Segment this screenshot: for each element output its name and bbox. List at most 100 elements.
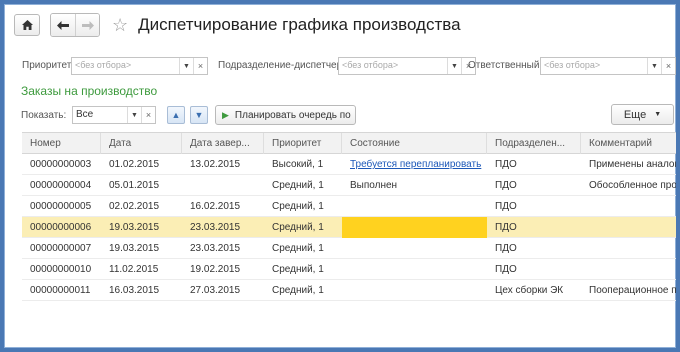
cell-comment xyxy=(581,196,676,217)
more-button[interactable]: Еще ▼ xyxy=(611,104,674,125)
cell-number: 00000000010 xyxy=(30,264,92,275)
chevron-down-icon: ▼ xyxy=(654,111,662,118)
priority-filter-label: Приоритет: xyxy=(22,60,75,71)
cell-department: ПДО xyxy=(495,180,517,191)
cell-comment xyxy=(581,259,676,280)
clear-icon[interactable]: × xyxy=(193,58,207,74)
title-bar: ☆ Диспетчирование графика производства xyxy=(14,12,461,38)
plan-queue-button[interactable]: ▶ Планировать очередь по xyxy=(215,105,356,125)
cell-date: 02.02.2015 xyxy=(109,201,160,212)
table-row-selected[interactable]: 00000000006 19.03.2015 23.03.2015 Средни… xyxy=(22,217,676,238)
column-header-date[interactable]: Дата xyxy=(101,133,182,154)
move-down-button[interactable]: ▼ xyxy=(190,106,208,124)
cell-date: 11.02.2015 xyxy=(109,264,159,275)
cell-number: 00000000005 xyxy=(30,201,92,212)
cell-priority: Высокий, 1 xyxy=(272,159,324,170)
cell-priority: Средний, 1 xyxy=(272,180,324,191)
column-header-comment[interactable]: Комментарий xyxy=(581,133,676,154)
page-title: Диспетчирование графика производства xyxy=(138,15,461,34)
column-header-end-date[interactable]: Дата завер... xyxy=(182,133,264,154)
table-header: Номер Дата Дата завер... Приоритет Состо… xyxy=(22,133,676,154)
cell-state xyxy=(342,196,487,217)
history-navigation xyxy=(50,13,100,37)
arrow-down-icon: ▼ xyxy=(194,110,204,120)
cell-state xyxy=(342,259,487,280)
table-row[interactable]: 00000000003 01.02.2015 13.02.2015 Высоки… xyxy=(22,154,680,175)
priority-filter-value: <без отбора> xyxy=(75,60,132,70)
cell-department: Цех сборки ЭК xyxy=(495,285,564,296)
table-row[interactable]: 00000000005 02.02.2015 16.02.2015 Средни… xyxy=(22,196,676,217)
play-icon: ▶ xyxy=(222,109,229,120)
cell-end-date: 23.03.2015 xyxy=(190,243,241,254)
arrow-right-icon xyxy=(81,20,94,30)
cell-department: ПДО xyxy=(495,264,517,275)
cell-state-active[interactable] xyxy=(342,217,487,238)
cell-department: ПДО xyxy=(495,222,517,233)
cell-number: 00000000004 xyxy=(30,180,92,191)
table-row[interactable]: 00000000010 11.02.2015 19.02.2015 Средни… xyxy=(22,259,676,280)
responsible-filter[interactable]: <без отбора> ▼ × xyxy=(540,57,676,75)
responsible-filter-value: <без отбора> xyxy=(544,60,601,70)
clear-icon[interactable]: × xyxy=(661,58,675,74)
column-header-state[interactable]: Состояние xyxy=(342,133,487,154)
chevron-down-icon[interactable]: ▼ xyxy=(179,58,193,74)
column-header-department[interactable]: Подразделен... xyxy=(487,133,581,154)
column-header-number[interactable]: Номер xyxy=(22,133,101,154)
cell-comment: Обособленное прои xyxy=(589,180,680,191)
plan-queue-label: Планировать очередь по xyxy=(234,109,351,121)
star-icon[interactable]: ☆ xyxy=(112,16,128,34)
cell-state: Требуется перепланировать xyxy=(342,154,487,175)
department-filter-value: <без отбора> xyxy=(342,60,399,70)
cell-department: ПДО xyxy=(495,243,517,254)
cell-state xyxy=(342,280,487,301)
chevron-down-icon[interactable]: ▼ xyxy=(647,58,661,74)
home-icon xyxy=(21,20,33,30)
cell-priority: Средний, 1 xyxy=(272,264,324,275)
back-button[interactable] xyxy=(51,14,75,36)
cell-comment xyxy=(581,217,676,238)
replan-link[interactable]: Требуется перепланировать xyxy=(350,159,481,170)
home-button[interactable] xyxy=(14,14,40,36)
cell-department: ПДО xyxy=(495,159,517,170)
department-filter[interactable]: <без отбора> ▼ × xyxy=(338,57,476,75)
cell-priority: Средний, 1 xyxy=(272,201,324,212)
show-select-value: Все xyxy=(76,109,94,120)
table-row[interactable]: 00000000007 19.03.2015 23.03.2015 Средни… xyxy=(22,238,676,259)
column-header-priority[interactable]: Приоритет xyxy=(264,133,342,154)
chevron-down-icon[interactable]: ▼ xyxy=(127,107,141,123)
more-label: Еще xyxy=(623,108,647,121)
move-up-button[interactable]: ▲ xyxy=(167,106,185,124)
cell-date: 19.03.2015 xyxy=(109,243,160,254)
cell-date: 19.03.2015 xyxy=(109,222,160,233)
arrow-left-icon xyxy=(57,20,69,30)
orders-table[interactable]: Номер Дата Дата завер... Приоритет Состо… xyxy=(22,132,680,302)
forward-button[interactable] xyxy=(75,14,99,36)
cell-end-date: 16.02.2015 xyxy=(190,201,241,212)
filter-bar: Приоритет: <без отбора> ▼ × Подразделени… xyxy=(22,57,676,75)
responsible-filter-label: Ответственный: xyxy=(468,60,543,71)
table-row[interactable]: 00000000011 16.03.2015 27.03.2015 Средни… xyxy=(22,280,680,301)
cell-comment: Применены аналоги xyxy=(589,159,680,170)
cell-number: 00000000006 xyxy=(30,222,92,233)
cell-state: Выполнен xyxy=(350,180,398,191)
window-frame: ☆ Диспетчирование графика производства П… xyxy=(0,0,680,352)
cell-department: ПДО xyxy=(495,201,517,212)
clear-icon[interactable]: × xyxy=(141,107,155,123)
priority-filter[interactable]: <без отбора> ▼ × xyxy=(71,57,208,75)
cell-end-date: 27.03.2015 xyxy=(190,285,241,296)
arrow-up-icon: ▲ xyxy=(171,110,181,120)
cell-number: 00000000007 xyxy=(30,243,92,254)
cell-state xyxy=(342,238,487,259)
cell-end-date xyxy=(182,175,264,196)
section-title: Заказы на производство xyxy=(21,84,158,98)
table-row[interactable]: 00000000004 05.01.2015 Средний, 1 Выполн… xyxy=(22,175,680,196)
cell-number: 00000000003 xyxy=(30,159,92,170)
cell-priority: Средний, 1 xyxy=(272,285,324,296)
show-select[interactable]: Все ▼ × xyxy=(72,106,156,124)
department-filter-label: Подразделение-диспетчер: xyxy=(218,60,345,71)
cell-priority: Средний, 1 xyxy=(272,222,324,233)
cell-end-date: 23.03.2015 xyxy=(190,222,241,233)
cell-end-date: 13.02.2015 xyxy=(190,159,241,170)
chevron-down-icon[interactable]: ▼ xyxy=(447,58,461,74)
cell-comment: Пооперационное пл xyxy=(589,285,680,296)
